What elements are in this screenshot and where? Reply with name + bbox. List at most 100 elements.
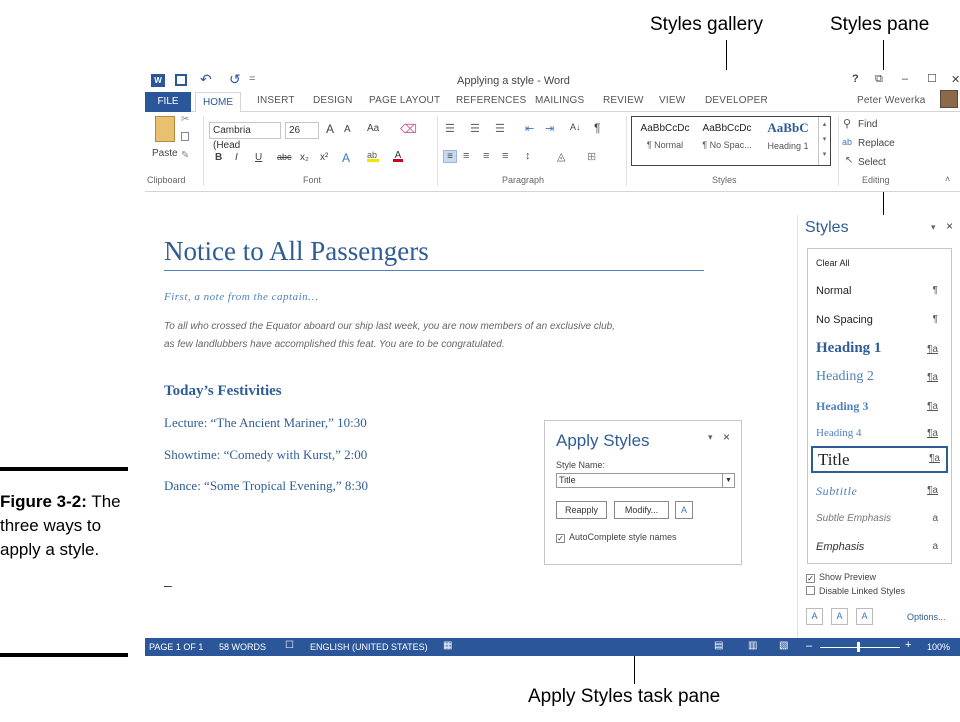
modify-button[interactable]: Modify... [614,501,669,519]
sort-button[interactable]: A↓ [570,122,581,132]
shading-icon[interactable]: ◬ [557,150,565,163]
options-link[interactable]: Options... [907,612,946,622]
replace-button[interactable]: Replace [858,138,895,149]
tab-insert[interactable]: INSERT [257,95,295,106]
pane-options-icon[interactable]: ▾ [708,432,713,443]
print-layout-icon[interactable]: ▥ [748,640,757,651]
word-count[interactable]: 58 WORDS [219,642,266,652]
maximize-icon[interactable]: ☐ [927,72,937,85]
save-icon[interactable] [175,74,187,86]
page-count[interactable]: PAGE 1 OF 1 [149,642,203,652]
line-spacing-icon[interactable]: ↕ [525,150,531,162]
manage-styles-icon[interactable]: A [856,608,873,625]
font-name-box[interactable]: Cambria (Head [209,122,281,151]
style-item-heading-1[interactable]: Heading 1 ¶a [816,340,946,357]
paste-button[interactable]: Paste [152,148,178,159]
tab-design[interactable]: DESIGN [313,95,353,106]
tab-review[interactable]: REVIEW [603,95,644,106]
doc-line-lecture[interactable]: Lecture: “The Ancient Mariner,” 10:30 [164,415,367,431]
underline-button[interactable]: U [255,152,262,163]
doc-title[interactable]: Notice to All Passengers [164,236,429,267]
tab-references[interactable]: REFERENCES [456,95,526,106]
style-gallery-no-spacing[interactable]: AaBbCcDc ¶ No Spac... [698,123,756,150]
style-item-no-spacing[interactable]: No Spacing ¶ [816,314,946,326]
zoom-slider[interactable] [820,647,900,648]
doc-heading[interactable]: Today’s Festivities [164,383,282,400]
tab-home[interactable]: HOME [195,92,241,113]
align-right-icon[interactable]: ≡ [483,150,489,162]
tab-developer[interactable]: DEVELOPER [705,95,768,106]
document-area[interactable]: Notice to All Passengers First, a note f… [145,193,785,638]
superscript-button[interactable]: x² [320,152,328,163]
font-color-icon[interactable]: A [393,150,403,162]
change-case-button[interactable]: Aa [367,123,379,134]
reapply-button[interactable]: Reapply [556,501,607,519]
pane-options-icon[interactable]: ▾ [931,222,936,233]
collapse-ribbon-icon[interactable]: ˄ [945,174,950,184]
user-name[interactable]: Peter Weverka [857,95,926,106]
font-size-box[interactable]: 26 [285,122,319,139]
align-center-icon[interactable]: ≡ [463,150,469,162]
format-painter-icon[interactable]: ✎ [181,150,189,161]
zoom-in-icon[interactable]: + [905,639,911,651]
highlight-icon[interactable]: ab [367,150,379,162]
styles-gallery[interactable]: AaBbCcDc ¶ Normal AaBbCcDc ¶ No Spac... … [631,116,831,166]
show-preview-checkbox[interactable]: ✓ [806,574,815,583]
style-gallery-normal[interactable]: AaBbCcDc ¶ Normal [636,123,694,150]
read-mode-icon[interactable]: ▤ [714,640,723,651]
zoom-slider-handle[interactable] [857,642,860,652]
decrease-indent-icon[interactable]: ⇤ [525,122,534,135]
doc-body-line-2[interactable]: as few landlubbers have accomplished thi… [164,339,505,350]
shrink-font-button[interactable]: A [344,124,351,135]
select-button[interactable]: Select [858,157,886,168]
doc-line-showtime[interactable]: Showtime: “Comedy with Kurst,” 2:00 [164,447,367,463]
style-item-normal[interactable]: Normal ¶ [816,285,946,297]
justify-icon[interactable]: ≡ [502,150,508,162]
doc-intro[interactable]: First, a note from the captain… [164,291,318,303]
style-item-emphasis[interactable]: Emphasis a [816,541,946,553]
ribbon-display-icon[interactable]: ⧉ [875,73,883,86]
doc-body-line-1[interactable]: To all who crossed the Equator aboard ou… [164,321,615,332]
close-icon[interactable]: × [946,219,953,233]
tab-page-layout[interactable]: PAGE LAYOUT [369,95,440,106]
style-item-subtitle[interactable]: Subtitle ¶a [816,484,946,499]
tab-mailings[interactable]: MAILINGS [535,95,584,106]
tab-file[interactable]: FILE [145,92,191,112]
autocomplete-row[interactable]: ✓ AutoComplete style names [556,532,677,543]
proofing-icon[interactable]: ☐ [285,640,294,651]
copy-icon[interactable] [181,132,189,141]
minimize-icon[interactable]: – [902,73,908,85]
style-item-clear-all[interactable]: Clear All [816,258,946,268]
new-style-icon[interactable]: A [806,608,823,625]
paste-icon[interactable] [155,116,175,142]
italic-button[interactable]: I [235,152,238,163]
cut-icon[interactable]: ✂ [181,114,189,125]
zoom-level[interactable]: 100% [927,642,950,652]
style-item-title[interactable]: Title ¶a [811,446,948,473]
user-avatar[interactable] [940,90,958,108]
qat-customize-icon[interactable]: = [249,73,255,85]
undo-icon[interactable]: ↶ [200,71,212,88]
style-name-field[interactable]: Title ▼ [556,473,735,488]
increase-indent-icon[interactable]: ⇥ [545,122,554,135]
macro-icon[interactable]: ▦ [443,640,452,651]
tab-view[interactable]: VIEW [659,95,685,106]
multilevel-list-icon[interactable]: ☰ [495,122,505,135]
word-icon[interactable]: W [151,74,165,87]
close-icon[interactable]: ✕ [951,73,960,86]
grow-font-button[interactable]: A [326,122,334,136]
close-icon[interactable]: × [723,430,730,444]
style-item-heading-3[interactable]: Heading 3 ¶a [816,399,946,414]
chevron-down-icon[interactable]: ▼ [722,474,734,487]
style-gallery-heading-1[interactable]: AaBbC Heading 1 [760,120,816,151]
disable-linked-checkbox[interactable] [806,586,815,595]
language[interactable]: ENGLISH (UNITED STATES) [310,642,428,652]
style-item-heading-2[interactable]: Heading 2 ¶a [816,369,946,385]
show-preview-row[interactable]: ✓ Show Preview [806,572,876,583]
show-hide-button[interactable]: ¶ [594,121,600,135]
web-layout-icon[interactable]: ▧ [779,640,788,651]
styles-pane-button[interactable]: A [675,501,693,519]
doc-line-dance[interactable]: Dance: “Some Tropical Evening,” 8:30 [164,478,368,494]
align-left-icon[interactable]: ≡ [443,150,457,163]
style-inspector-icon[interactable]: A [831,608,848,625]
